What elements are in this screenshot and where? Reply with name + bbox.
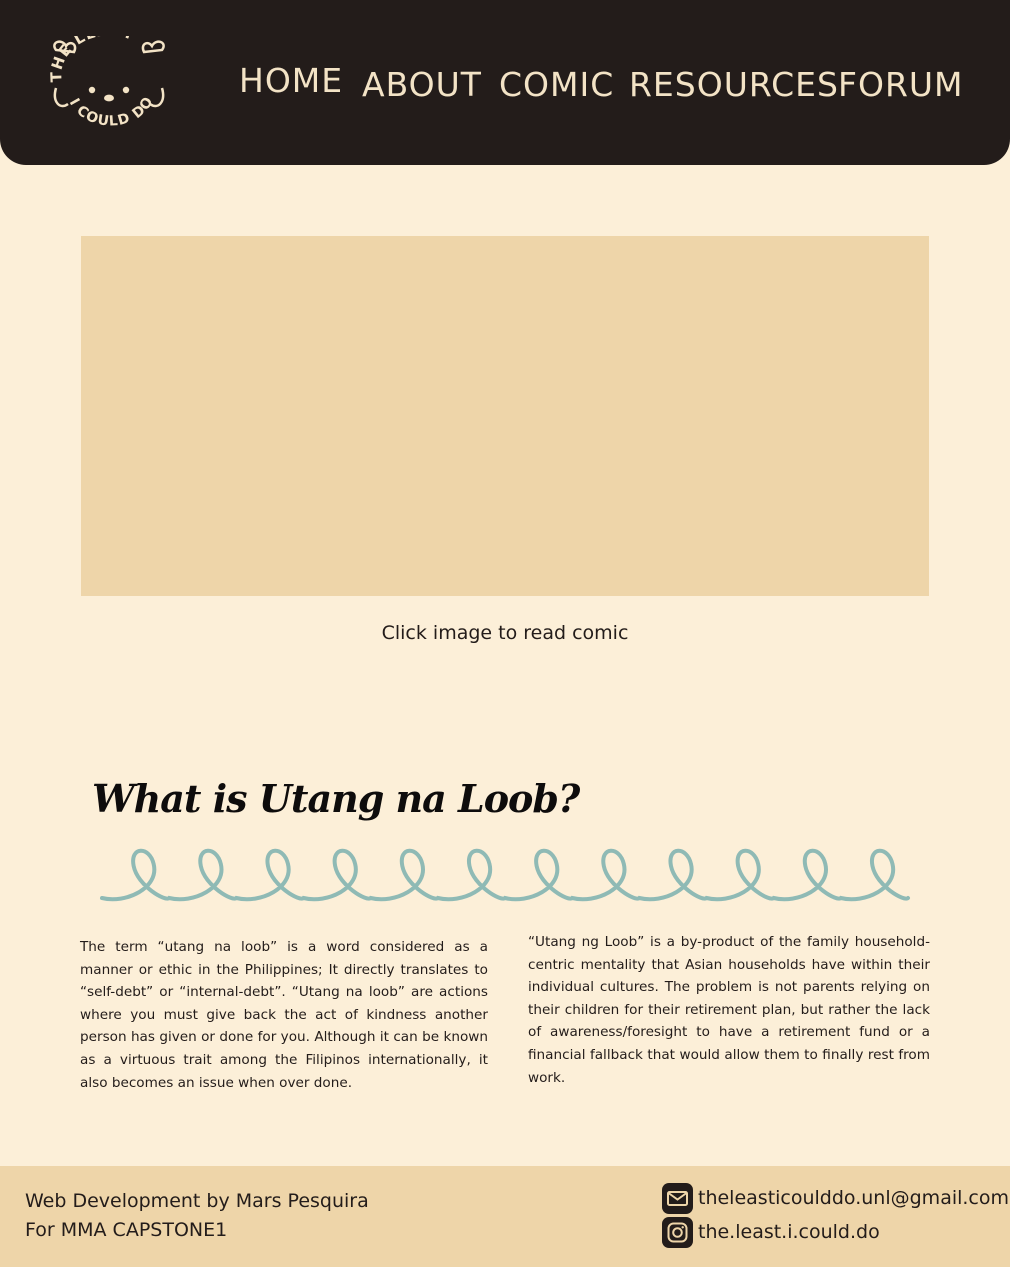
footer-credit-line2: For MMA CAPSTONE1 [25,1219,228,1241]
instagram-text: the.least.i.could.do [698,1221,880,1243]
svg-text:THE LEAST: THE LEAST [48,36,137,83]
paragraph-left: The term “utang na loob” is a word consi… [80,939,488,1091]
comic-image-link[interactable] [81,236,929,596]
comic-caption: Click image to read comic [381,622,629,644]
footer: Web Development by Mars Pesquira For MMA… [0,1166,1010,1267]
nav-comic[interactable]: COMIC [499,65,614,104]
instagram-link[interactable]: the.least.i.could.do [662,1216,880,1248]
paragraph-right: “Utang ng Loob” is a by-product of the f… [528,934,930,1086]
site-logo[interactable]: THE LEAST I COULD DO [48,36,170,130]
footer-credit-line1: Web Development by Mars Pesquira [25,1190,369,1212]
instagram-icon [662,1216,693,1248]
nav-forum[interactable]: FORUM [838,65,964,104]
mail-icon [662,1182,693,1214]
section-title: What is Utang na Loob? [92,776,580,821]
nav-about[interactable]: ABOUT [362,65,482,104]
email-text: theleasticoulddo.unl@gmail.com [698,1187,1010,1209]
nav-home[interactable]: HOME [239,61,343,100]
nav-resources[interactable]: RESOURCES [629,65,839,104]
squiggle-divider [100,848,910,902]
top-navbar: THE LEAST I COULD DO HOME ABOUT COMIC RE… [0,0,1010,165]
email-link[interactable]: theleasticoulddo.unl@gmail.com [662,1182,1009,1214]
